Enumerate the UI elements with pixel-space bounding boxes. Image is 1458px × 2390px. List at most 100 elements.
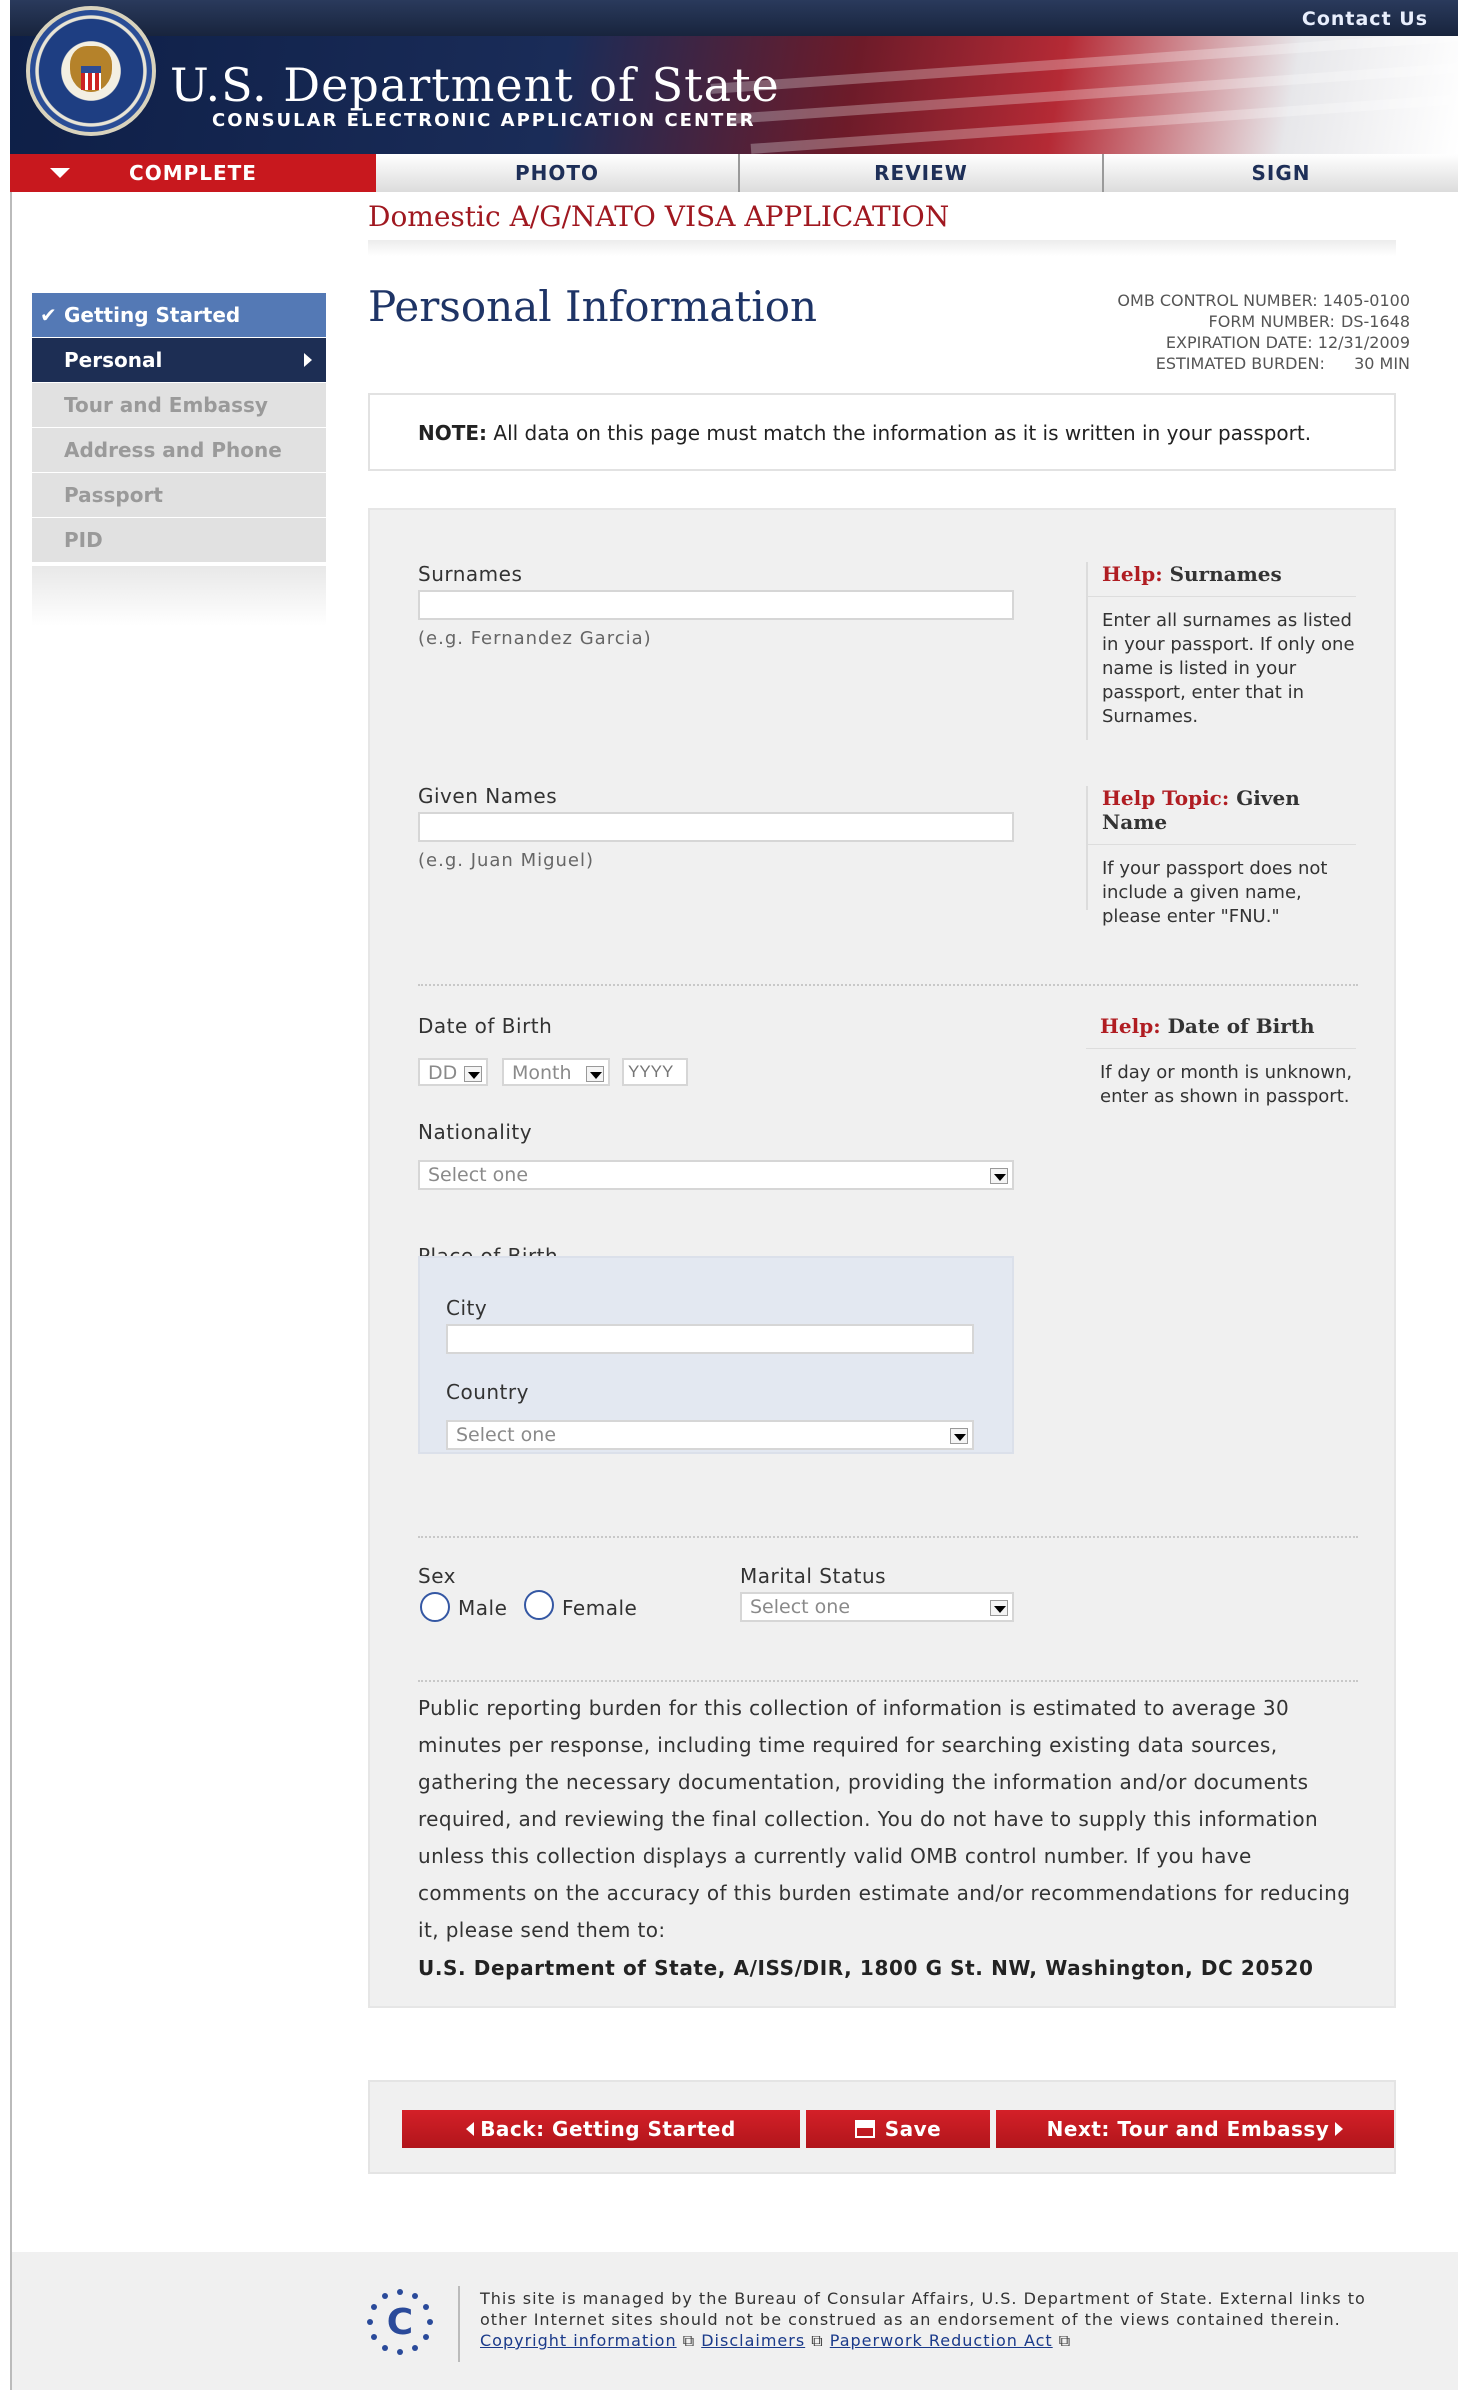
given-names-input[interactable] xyxy=(418,812,1014,842)
help-title: Help: Date of Birth xyxy=(1086,1014,1356,1049)
country-label: Country xyxy=(446,1380,529,1404)
application-title: Domestic A/G/NATO VISA APPLICATION xyxy=(368,200,950,233)
department-title: U.S. Department of State xyxy=(170,58,780,112)
sidebar-item-label: Passport xyxy=(64,483,163,507)
checkmark-icon: ✔ xyxy=(40,303,57,327)
country-select[interactable]: Select one xyxy=(446,1420,974,1450)
tab-photo[interactable]: PHOTO xyxy=(376,154,740,192)
tab-complete[interactable]: COMPLETE xyxy=(10,154,376,192)
paperwork-reduction-act-link[interactable]: Paperwork Reduction Act xyxy=(830,2331,1053,2350)
female-label: Female xyxy=(562,1596,638,1620)
nationality-value: Select one xyxy=(428,1164,529,1186)
note-label: NOTE: xyxy=(418,421,488,445)
sidebar-item-label: Address and Phone xyxy=(64,438,282,462)
save-button[interactable]: Save xyxy=(806,2110,990,2148)
male-label: Male xyxy=(458,1596,508,1620)
department-seal-logo xyxy=(26,6,156,136)
marital-status-label: Marital Status xyxy=(740,1564,887,1588)
dropdown-arrow-icon xyxy=(464,1066,482,1082)
back-button[interactable]: Back: Getting Started xyxy=(402,2110,800,2148)
arrow-right-icon xyxy=(1335,2122,1344,2136)
arrow-left-icon xyxy=(466,2122,475,2136)
page-left-border xyxy=(10,192,12,2390)
help-prefix: Help: xyxy=(1100,1014,1161,1038)
disclaimers-link[interactable]: Disclaimers xyxy=(701,2331,805,2350)
contact-us-link[interactable]: Contact Us xyxy=(1302,8,1428,30)
tab-sign[interactable]: SIGN xyxy=(1104,154,1458,192)
arrow-right-icon xyxy=(304,353,312,367)
dob-year-input[interactable] xyxy=(622,1058,688,1086)
passport-note: NOTE: All data on this page must match t… xyxy=(368,393,1396,471)
main-nav: COMPLETE PHOTO REVIEW SIGN xyxy=(10,154,1458,192)
sidebar-item-personal[interactable]: Personal xyxy=(32,338,326,382)
copyright-link[interactable]: Copyright information xyxy=(480,2331,677,2350)
dob-month-select[interactable]: Month xyxy=(502,1058,610,1086)
estimated-burden: 30 MIN xyxy=(1354,354,1410,373)
top-bar xyxy=(10,0,1458,36)
city-input[interactable] xyxy=(446,1324,974,1354)
surnames-hint: (e.g. Fernandez Garcia) xyxy=(418,628,652,649)
dob-day-value: DD xyxy=(428,1062,458,1084)
help-body: Enter all surnames as listed in your pas… xyxy=(1102,610,1355,727)
help-body: If your passport does not include a give… xyxy=(1102,858,1328,927)
tab-review[interactable]: REVIEW xyxy=(740,154,1104,192)
triangle-down-icon xyxy=(50,168,70,178)
department-subtitle: CONSULAR ELECTRONIC APPLICATION CENTER xyxy=(212,110,756,131)
nationality-label: Nationality xyxy=(418,1120,533,1144)
male-radio[interactable] xyxy=(420,1592,450,1622)
surnames-input[interactable] xyxy=(418,590,1014,620)
sidebar-item-label: Tour and Embassy xyxy=(64,393,268,417)
nationality-select[interactable]: Select one xyxy=(418,1160,1014,1190)
help-title: Help Topic: Given Name xyxy=(1088,786,1356,845)
omb-info: OMB CONTROL NUMBER: 1405-0100 FORM NUMBE… xyxy=(1060,290,1410,374)
surnames-label: Surnames xyxy=(418,562,523,586)
footer-statement: This site is managed by the Bureau of Co… xyxy=(480,2289,1366,2329)
given-names-label: Given Names xyxy=(418,784,558,808)
sidebar-shadow xyxy=(32,566,326,626)
page-title: Personal Information xyxy=(368,282,818,331)
form-number-label: FORM NUMBER: xyxy=(1208,312,1335,331)
female-radio[interactable] xyxy=(524,1590,554,1620)
sidebar-item-label: Getting Started xyxy=(64,303,241,327)
sidebar: ✔ Getting Started Personal Tour and Emba… xyxy=(32,293,326,563)
tab-label: COMPLETE xyxy=(129,161,257,185)
sidebar-item-label: PID xyxy=(64,528,103,552)
help-surnames: Help: Surnames Enter all surnames as lis… xyxy=(1086,562,1356,740)
dropdown-arrow-icon xyxy=(586,1066,604,1082)
tab-label: SIGN xyxy=(1251,161,1311,185)
section-divider xyxy=(418,1680,1358,1682)
help-prefix: Help: xyxy=(1102,562,1163,586)
help-date-of-birth: Help: Date of Birth If day or month is u… xyxy=(1086,1014,1356,1154)
sidebar-item-passport: Passport xyxy=(32,473,326,517)
sidebar-item-getting-started[interactable]: ✔ Getting Started xyxy=(32,293,326,337)
city-label: City xyxy=(446,1296,488,1320)
sidebar-item-pid: PID xyxy=(32,518,326,562)
help-body: If day or month is unknown, enter as sho… xyxy=(1100,1062,1353,1107)
form-number: DS-1648 xyxy=(1341,312,1410,331)
burden-label: ESTIMATED BURDEN: xyxy=(1155,354,1325,373)
sidebar-item-address-and-phone: Address and Phone xyxy=(32,428,326,472)
save-button-label: Save xyxy=(884,2117,942,2141)
omb-control-number: 1405-0100 xyxy=(1322,291,1410,310)
dob-day-select[interactable]: DD xyxy=(418,1058,488,1086)
help-topic: Surnames xyxy=(1169,562,1282,586)
footer-separator xyxy=(458,2286,460,2362)
back-button-label: Back: Getting Started xyxy=(480,2117,736,2141)
consular-affairs-logo: C xyxy=(367,2289,433,2355)
sidebar-item-tour-and-embassy: Tour and Embassy xyxy=(32,383,326,427)
expiration-date: 12/31/2009 xyxy=(1317,333,1410,352)
dropdown-arrow-icon xyxy=(950,1428,968,1444)
sidebar-item-label: Personal xyxy=(64,348,163,372)
marital-status-select[interactable]: Select one xyxy=(740,1592,1014,1622)
burden-statement: Public reporting burden for this collect… xyxy=(418,1696,1351,1942)
section-divider xyxy=(418,1536,1358,1538)
tab-label: REVIEW xyxy=(874,161,968,185)
dropdown-arrow-icon xyxy=(990,1600,1008,1616)
sex-label: Sex xyxy=(418,1564,456,1588)
omb-control-label: OMB CONTROL NUMBER: xyxy=(1117,291,1318,310)
tab-label: PHOTO xyxy=(514,161,600,185)
footer-text: This site is managed by the Bureau of Co… xyxy=(480,2289,1366,2350)
next-button[interactable]: Next: Tour and Embassy xyxy=(996,2110,1394,2148)
dob-month-value: Month xyxy=(512,1062,572,1084)
next-button-label: Next: Tour and Embassy xyxy=(1046,2117,1330,2141)
